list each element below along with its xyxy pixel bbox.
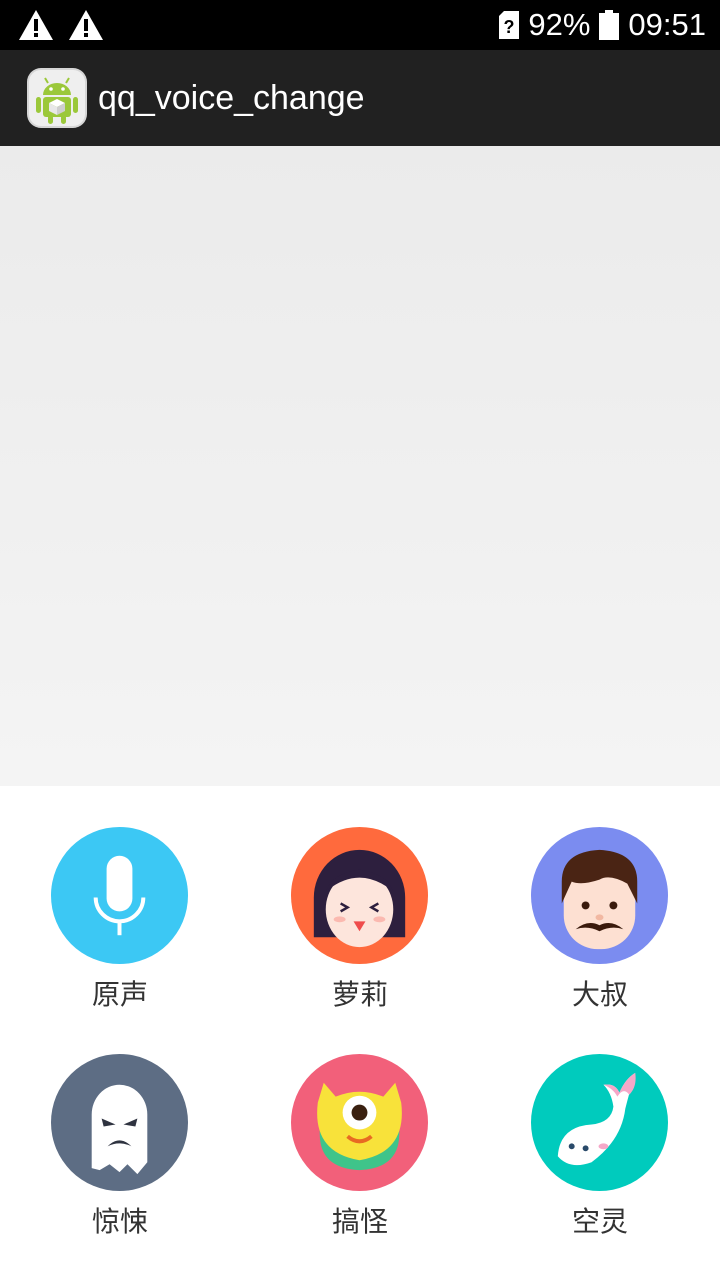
ethereal-fish-icon	[530, 1053, 669, 1192]
monster-icon	[290, 1053, 429, 1192]
voice-option-label: 空灵	[571, 1205, 628, 1238]
battery-percent: 92%	[528, 7, 591, 42]
content-area	[0, 146, 720, 786]
svg-text:?: ?	[504, 17, 515, 37]
warning-icon	[69, 10, 103, 40]
clock: 09:51	[628, 7, 706, 42]
voice-option-funny[interactable]: 搞怪	[240, 1013, 480, 1238]
voice-option-ethereal[interactable]: 空灵	[480, 1013, 720, 1238]
voice-option-loli[interactable]: 萝莉	[240, 786, 480, 1011]
voice-option-label: 搞怪	[331, 1205, 388, 1238]
ghost-icon	[50, 1053, 189, 1192]
warning-icon	[19, 10, 53, 40]
voice-option-label: 萝莉	[331, 978, 388, 1011]
android-app-icon	[27, 68, 87, 128]
voice-effects-panel: 原声 萝莉 大叔 惊悚 搞怪 空灵	[0, 786, 720, 1280]
voice-option-original[interactable]: 原声	[0, 786, 240, 1011]
voice-option-label: 惊悚	[91, 1205, 148, 1238]
girl-face-icon	[290, 826, 429, 965]
uncle-face-icon	[530, 826, 669, 965]
app-title: qq_voice_change	[98, 79, 365, 117]
voice-option-label: 原声	[91, 978, 148, 1011]
microphone-icon	[50, 826, 189, 965]
battery-icon	[599, 10, 620, 40]
voice-option-label: 大叔	[571, 978, 628, 1011]
voice-option-uncle[interactable]: 大叔	[480, 786, 720, 1011]
action-bar: qq_voice_change	[0, 50, 720, 146]
status-bar: ? 92% 09:51	[0, 0, 720, 50]
voice-effects-grid: 原声 萝莉 大叔 惊悚 搞怪 空灵	[0, 786, 720, 1280]
sim-unknown-icon: ?	[499, 11, 520, 39]
voice-option-thriller[interactable]: 惊悚	[0, 1013, 240, 1238]
